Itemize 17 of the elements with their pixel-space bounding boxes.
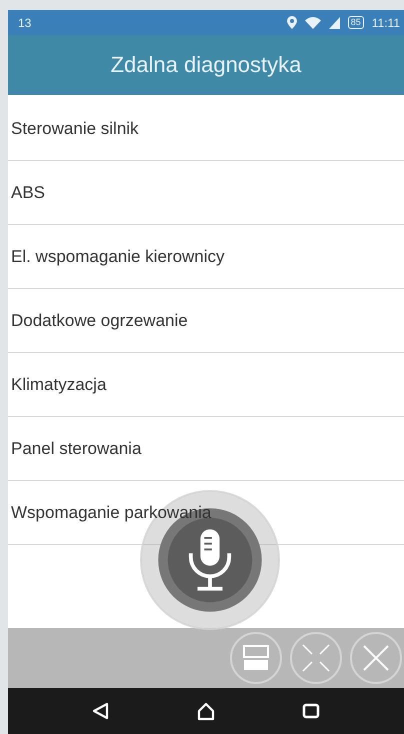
wifi-icon <box>304 16 321 28</box>
menu-item[interactable]: Dodatkowe ogrzewanie <box>8 289 404 353</box>
recents-icon[interactable] <box>301 701 322 721</box>
battery-level: 85 <box>348 16 364 29</box>
signal-icon <box>328 16 340 28</box>
screen-title: Zdalna diagnostyka <box>110 52 302 78</box>
menu-item[interactable]: Panel sterowania <box>8 417 404 481</box>
home-icon[interactable] <box>196 701 216 721</box>
notification-count: 13 <box>18 16 32 30</box>
expand-icon <box>300 642 332 674</box>
menu-item[interactable]: ABS <box>8 161 404 225</box>
menu-item[interactable]: Sterowanie silnik <box>8 97 404 161</box>
menu-item[interactable]: Klimatyzacja <box>8 353 404 417</box>
status-time: 11:11 <box>372 16 400 30</box>
location-icon <box>286 16 297 29</box>
menu-item[interactable]: El. wspomaganie kierownicy <box>8 225 404 289</box>
back-icon[interactable] <box>90 701 111 721</box>
